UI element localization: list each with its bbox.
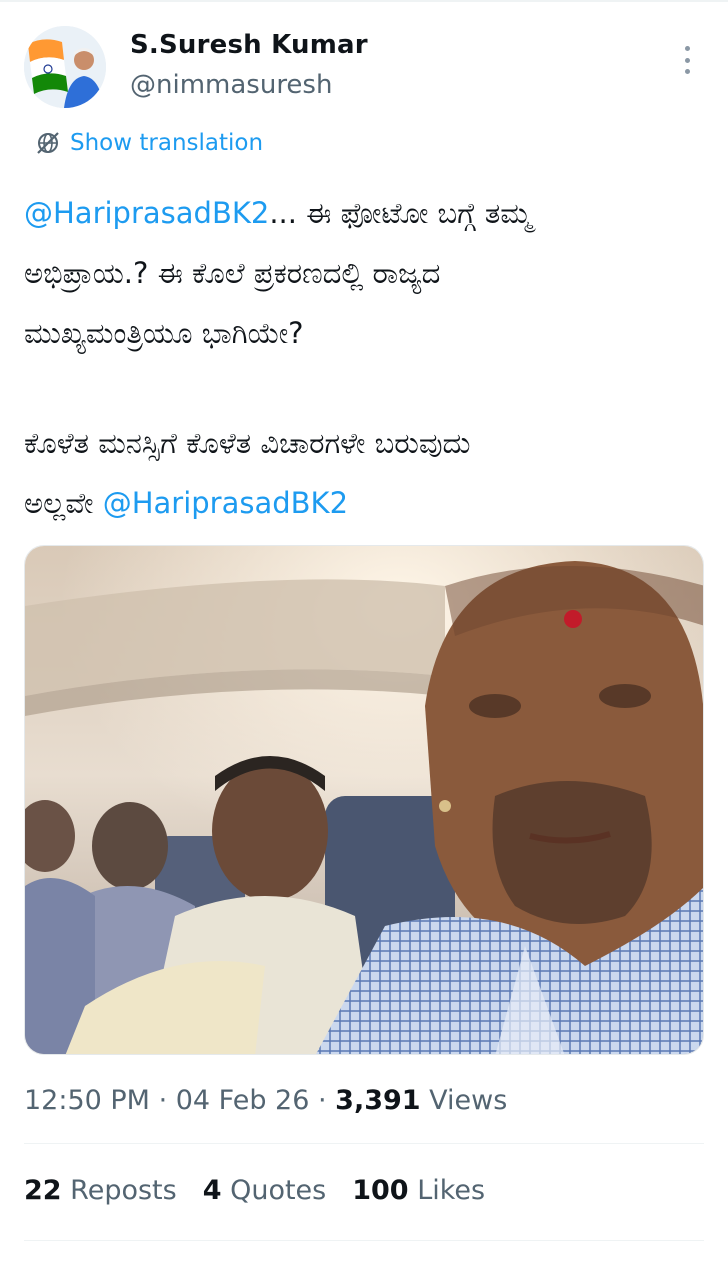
author-name[interactable]: S.Suresh Kumar [130, 30, 368, 60]
likes-stat[interactable]: 100 Likes [352, 1175, 485, 1211]
divider [24, 1240, 704, 1241]
more-dot-icon [684, 57, 690, 63]
tweet-line: @HariprasadBK2... ಈ ಫೋಟೋ ಬಗ್ಗೆ ತಮ್ಮ [24, 183, 714, 243]
reposts-count: 22 [24, 1175, 62, 1206]
tweet-time[interactable]: 12:50 PM [24, 1085, 150, 1116]
mention-link[interactable]: @HariprasadBK2 [24, 196, 269, 230]
more-options-button[interactable] [672, 42, 702, 78]
quotes-stat[interactable]: 4 Quotes [203, 1175, 327, 1211]
photo-image [25, 546, 703, 1054]
tweet-text-segment: ... ಈ ಫೋಟೋ ಬಗ್ಗೆ ತಮ್ಮ [269, 196, 532, 230]
meta-separator: · [149, 1085, 176, 1116]
tweet-line: ಕೊಳೆತ ಮನಸ್ಸಿಗೆ ಕೊಳೆತ ವಿಚಾರಗಳೇ ಬರುವುದು [24, 426, 471, 460]
author-avatar[interactable] [24, 26, 106, 108]
globe-slash-icon [34, 129, 62, 157]
avatar-image [24, 26, 106, 108]
quotes-count: 4 [202, 1175, 222, 1206]
show-translation-label: Show translation [70, 130, 264, 156]
tweet-photo[interactable] [24, 545, 704, 1055]
likes-label: Likes [408, 1175, 486, 1206]
tweet-text: @HariprasadBK2... ಈ ಫೋಟೋ ಬಗ್ಗೆ ತಮ್ಮ ಅಭಿಪ… [24, 183, 714, 533]
author-handle[interactable]: @nimmasuresh [130, 70, 332, 100]
likes-count: 100 [352, 1175, 409, 1206]
tweet-text-segment: ಅಲ್ಲವೇ [24, 486, 103, 520]
tweet-detail: S.Suresh Kumar @nimmasuresh Show transla… [0, 0, 728, 1280]
meta-separator: · [309, 1085, 336, 1116]
views-count: 3,391 [335, 1085, 421, 1116]
tweet-meta: 12:50 PM · 04 Feb 26 · 3,391 Views [24, 1085, 507, 1121]
reposts-label: Reposts [61, 1175, 177, 1206]
tweet-line: ಮುಖ್ಯಮಂತ್ರಿಯೂ ಭಾಗಿಯೇ? [24, 316, 304, 350]
more-dot-icon [684, 46, 690, 51]
engagement-stats: 22 Reposts 4 Quotes 100 Likes [24, 1175, 485, 1211]
divider [24, 1143, 704, 1144]
reposts-stat[interactable]: 22 Reposts [24, 1175, 177, 1211]
show-translation-link[interactable]: Show translation [34, 126, 263, 160]
tweet-date[interactable]: 04 Feb 26 [176, 1085, 310, 1116]
quotes-label: Quotes [221, 1175, 327, 1206]
mention-link[interactable]: @HariprasadBK2 [103, 486, 348, 520]
tweet-line: ಅಲ್ಲವೇ @HariprasadBK2 [24, 473, 714, 533]
views-label: Views [420, 1085, 508, 1116]
top-divider [0, 0, 728, 2]
more-dot-icon [684, 69, 690, 74]
tweet-line: ಅಭಿಪ್ರಾಯ.? ಈ ಕೊಲೆ ಪ್ರಕರಣದಲ್ಲಿ ರಾಜ್ಯದ [24, 256, 441, 290]
